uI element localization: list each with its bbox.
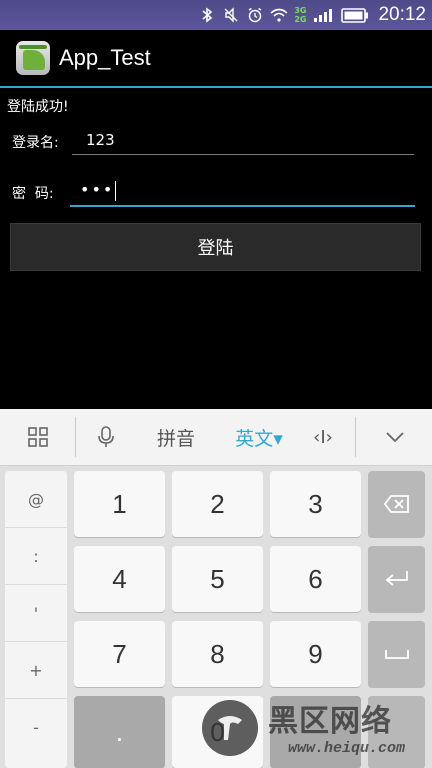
network-top-label: 3G	[294, 6, 307, 15]
app-icon-leaf	[23, 50, 45, 70]
toolbar-divider	[75, 417, 76, 457]
username-input[interactable]: 123	[86, 131, 412, 153]
key-2[interactable]: 2	[172, 471, 263, 537]
space-icon	[384, 650, 409, 659]
microphone-icon[interactable]	[86, 409, 126, 465]
key-6[interactable]: 6	[270, 546, 361, 612]
watermark-text: 黑区网络	[268, 704, 392, 739]
password-input[interactable]: •••	[80, 180, 414, 204]
backspace-icon	[383, 495, 409, 513]
space-key[interactable]	[368, 621, 425, 687]
password-underline	[70, 205, 415, 207]
status-time: 20:12	[378, 4, 426, 25]
status-icons: 3G 2G 20:12	[198, 4, 426, 26]
pinyin-mode-button[interactable]: 拼音	[146, 409, 206, 465]
symbol-key-at[interactable]: @	[5, 471, 67, 528]
status-bar: 3G 2G 20:12	[0, 0, 432, 30]
english-mode-button[interactable]: 英文▾	[226, 409, 292, 465]
symbol-key-plus[interactable]: +	[5, 642, 67, 699]
key-8[interactable]: 8	[172, 621, 263, 687]
symbol-key-minus[interactable]: -	[5, 699, 67, 756]
enter-icon	[385, 571, 408, 586]
battery-icon	[340, 6, 370, 24]
key-3[interactable]: 3	[270, 471, 361, 537]
watermark: 黑区网络 www.heiqu.com	[196, 696, 432, 768]
username-underline	[72, 154, 414, 155]
symbol-key-colon[interactable]: :	[5, 528, 67, 585]
key-7[interactable]: 7	[74, 621, 165, 687]
symbol-key-apostrophe[interactable]: '	[5, 585, 67, 642]
password-value: •••	[80, 180, 115, 199]
key-4[interactable]: 4	[74, 546, 165, 612]
key-5[interactable]: 5	[172, 546, 263, 612]
grid-menu-icon[interactable]	[12, 409, 64, 465]
enter-key[interactable]	[368, 546, 425, 612]
text-cursor	[115, 180, 117, 201]
key-1[interactable]: 1	[74, 471, 165, 537]
network-type: 3G 2G	[294, 6, 306, 24]
mute-icon	[222, 6, 240, 24]
app-icon	[16, 41, 50, 75]
keyboard-toolbar: 拼音 英文▾ ‹I›	[0, 409, 432, 466]
symbol-column: @ : ' + -	[5, 471, 67, 768]
key-9[interactable]: 9	[270, 621, 361, 687]
key-dot[interactable]: .	[74, 696, 165, 768]
network-bottom-label: 2G	[294, 15, 307, 24]
collapse-keyboard-icon[interactable]	[372, 409, 418, 465]
signal-icon	[312, 6, 334, 24]
watermark-logo	[202, 700, 258, 756]
alarm-icon	[246, 6, 264, 24]
username-label: 登录名:	[12, 135, 59, 151]
bluetooth-icon	[198, 6, 216, 24]
backspace-key[interactable]	[368, 471, 425, 537]
login-success-message: 登陆成功!	[7, 99, 69, 115]
cursor-tool-button[interactable]: ‹I›	[302, 409, 344, 465]
app-title: App_Test	[59, 45, 151, 70]
watermark-url: www.heiqu.com	[288, 740, 406, 757]
app-icon-stripe	[19, 45, 47, 49]
action-bar: App_Test	[0, 30, 432, 88]
login-button[interactable]: 登陆	[10, 223, 421, 271]
wifi-icon	[270, 6, 288, 24]
toolbar-divider	[355, 417, 356, 457]
password-label: 密 码:	[12, 186, 54, 202]
